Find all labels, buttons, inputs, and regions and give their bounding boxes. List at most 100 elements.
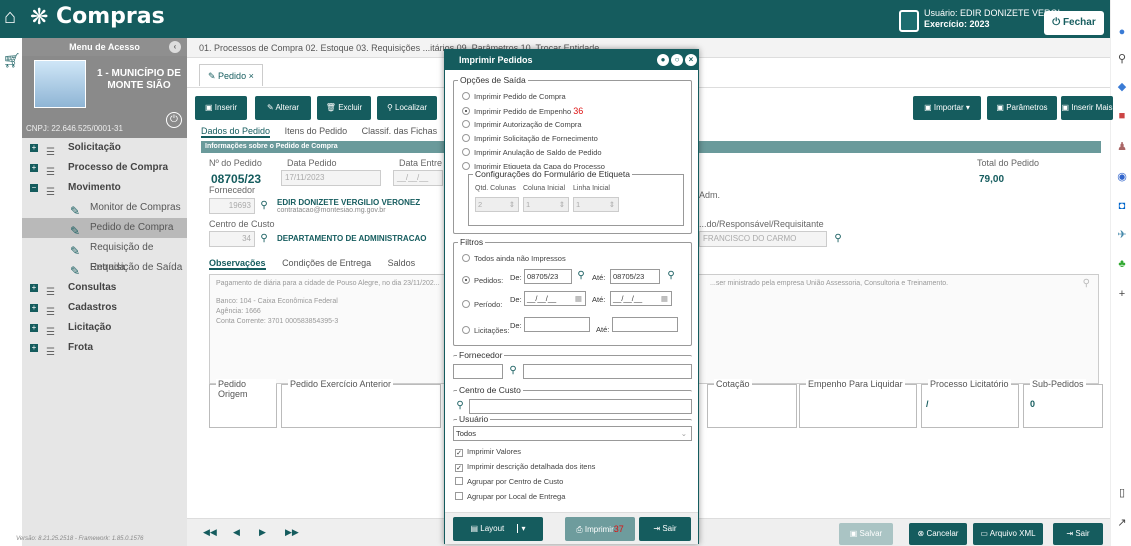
radio[interactable]	[462, 254, 470, 262]
tab-pedido[interactable]: ✎ Pedido ×	[199, 64, 263, 86]
tree-sub-pedido[interactable]: ✎ Pedido de Compra	[22, 218, 187, 238]
panel-icon[interactable]: ▯	[1116, 486, 1128, 499]
expand-icon[interactable]: +	[30, 304, 38, 312]
option-solicitacao[interactable]: Imprimir Solicitação de Fornecimento	[462, 133, 598, 145]
excluir-button[interactable]: 🗑︎ Excluir	[317, 96, 371, 120]
search-icon[interactable]: ⚲	[1083, 279, 1090, 289]
cart-icon[interactable]: 🛒︎	[3, 52, 21, 69]
alterar-button[interactable]: ✎ Alterar	[255, 96, 311, 120]
briefcase-icon[interactable]: ■	[1116, 110, 1128, 122]
layout-button[interactable]: ▤ Layout ▾	[453, 517, 543, 541]
radio[interactable]	[462, 120, 470, 128]
first-icon[interactable]: ◀◀	[203, 527, 217, 538]
plane-icon[interactable]: ✈	[1116, 228, 1128, 241]
tab-saldos[interactable]: Saldos	[388, 258, 416, 268]
xml-button[interactable]: ▭ Arquivo XML	[973, 523, 1043, 545]
tab-condicoes[interactable]: Condições de Entrega	[282, 258, 371, 268]
check-descricao[interactable]: ✓ Imprimir descrição detalhada dos itens	[455, 461, 595, 473]
cancelar-button[interactable]: ⊗ Cancelar	[909, 523, 967, 545]
radio[interactable]	[462, 162, 470, 170]
tree-sub-saida[interactable]: ✎ Requisição de Saída	[22, 258, 187, 278]
tree-sub-entrada[interactable]: ✎ Requisição de Entrada	[22, 238, 187, 273]
filter-todos[interactable]: Todos ainda não Impressos	[462, 253, 566, 265]
search-icon[interactable]: ⚲	[664, 269, 678, 283]
checkbox[interactable]	[455, 477, 463, 485]
inserir-mais-button[interactable]: ▣ Inserir Mais	[1061, 96, 1113, 120]
expand-icon[interactable]: +	[30, 144, 38, 152]
licitacao-de-field[interactable]	[524, 317, 590, 332]
fornecedor-name-input[interactable]	[523, 364, 692, 379]
usuario-select[interactable]: Todos ⌄	[453, 426, 692, 441]
etq-cols-field[interactable]: 2 ⇕	[475, 197, 519, 212]
spin-icon[interactable]: ⇕	[559, 198, 565, 211]
tree-item-cadastros[interactable]: + ☰ Cadastros	[22, 298, 187, 318]
tab-itens[interactable]: Itens do Pedido	[285, 126, 348, 136]
minimize-icon[interactable]: ●	[657, 54, 669, 66]
collapse-tree-icon[interactable]: −	[30, 184, 38, 192]
search-icon[interactable]: ⚲	[831, 232, 845, 246]
inserir-button[interactable]: ▣ Inserir	[195, 96, 247, 120]
checkbox[interactable]	[455, 492, 463, 500]
periodo-de-field[interactable]: __/__/__ ▦	[524, 291, 586, 306]
radio[interactable]	[462, 300, 470, 308]
etq-coli-field[interactable]: 1 ⇕	[523, 197, 569, 212]
filter-periodo[interactable]: Período:	[462, 299, 502, 311]
chevron-down-icon[interactable]: ▾	[516, 524, 526, 533]
radio[interactable]	[462, 148, 470, 156]
check-valores[interactable]: ✓ Imprimir Valores	[455, 446, 521, 458]
next-icon[interactable]: ▶	[259, 527, 266, 538]
search-icon[interactable]: ⚲	[257, 199, 271, 213]
spin-icon[interactable]: ⇕	[509, 198, 515, 211]
importar-button[interactable]: ▣ Importar ▾	[913, 96, 981, 120]
close-icon[interactable]: ×	[685, 54, 697, 66]
dialog-sair-button[interactable]: ⇥ Sair	[639, 517, 691, 541]
expand-icon[interactable]: +	[30, 324, 38, 332]
radio[interactable]	[462, 326, 470, 334]
tab-classif[interactable]: Classif. das Fichas	[362, 126, 438, 136]
external-icon[interactable]: ↗	[1116, 516, 1128, 529]
search-icon[interactable]: ⚲	[257, 232, 271, 246]
search-icon[interactable]: ⚲	[1116, 52, 1128, 65]
expand-icon[interactable]: +	[30, 164, 38, 172]
expand-icon[interactable]: +	[30, 344, 38, 352]
radio[interactable]	[462, 276, 470, 284]
calendar-icon[interactable]: ▦	[661, 292, 668, 305]
localizar-button[interactable]: ⚲ Localizar	[377, 96, 437, 120]
chevron-down-icon[interactable]: ⌄	[681, 427, 687, 440]
tree-item-consultas[interactable]: + ☰ Consultas	[22, 278, 187, 298]
circle-icon[interactable]: ◉	[1116, 170, 1128, 183]
collapse-icon[interactable]: ‹	[169, 41, 181, 53]
imprimir-button[interactable]: ⎙ Imprimir37	[565, 517, 635, 541]
tree-icon[interactable]: ♣	[1116, 258, 1128, 270]
etq-lini-field[interactable]: 1 ⇕	[573, 197, 619, 212]
checkbox[interactable]: ✓	[455, 449, 463, 457]
filter-pedidos[interactable]: Pedidos:	[462, 275, 503, 287]
salvar-button[interactable]: ▣ Salvar	[839, 523, 893, 545]
home-icon[interactable]: ⌂	[4, 6, 16, 29]
option-pedido-empenho[interactable]: Imprimir Pedido de Empenho 36	[462, 105, 583, 117]
spin-icon[interactable]: ⇕	[609, 198, 615, 211]
check-local[interactable]: Agrupar por Local de Entrega	[455, 491, 565, 503]
option-pedido-compra[interactable]: Imprimir Pedido de Compra	[462, 91, 566, 103]
filter-licitacoes[interactable]: Licitações:	[462, 325, 509, 337]
fornecedor-code-input[interactable]	[453, 364, 503, 379]
parametros-button[interactable]: ▣ Parâmetros	[987, 96, 1057, 120]
periodo-ate-field[interactable]: __/__/__ ▦	[610, 291, 672, 306]
check-centro[interactable]: Agrupar por Centro de Custo	[455, 476, 563, 488]
tab-dados[interactable]: Dados do Pedido	[201, 126, 271, 138]
pedido-de-field[interactable]: 08705/23	[524, 269, 572, 284]
radio[interactable]	[462, 107, 470, 115]
search-icon[interactable]: ⚲	[574, 269, 588, 283]
tree-item-frota[interactable]: + ☰ Frota	[22, 338, 187, 358]
plus-icon[interactable]: +	[1116, 288, 1128, 300]
radio[interactable]	[462, 92, 470, 100]
last-icon[interactable]: ▶▶	[285, 527, 299, 538]
search-icon[interactable]: ⚲	[506, 364, 520, 378]
licitacao-ate-field[interactable]	[612, 317, 678, 332]
option-anulacao[interactable]: Imprimir Anulação de Saldo de Pedido	[462, 147, 602, 159]
tree-sub-monitor[interactable]: ✎ Monitor de Compras	[22, 198, 187, 218]
prev-icon[interactable]: ◀	[233, 527, 240, 538]
power-icon[interactable]: ⏻	[166, 112, 182, 128]
sair-button[interactable]: ⇥ Sair	[1053, 523, 1103, 545]
tree-item-licitacao[interactable]: + ☰ Licitação	[22, 318, 187, 338]
